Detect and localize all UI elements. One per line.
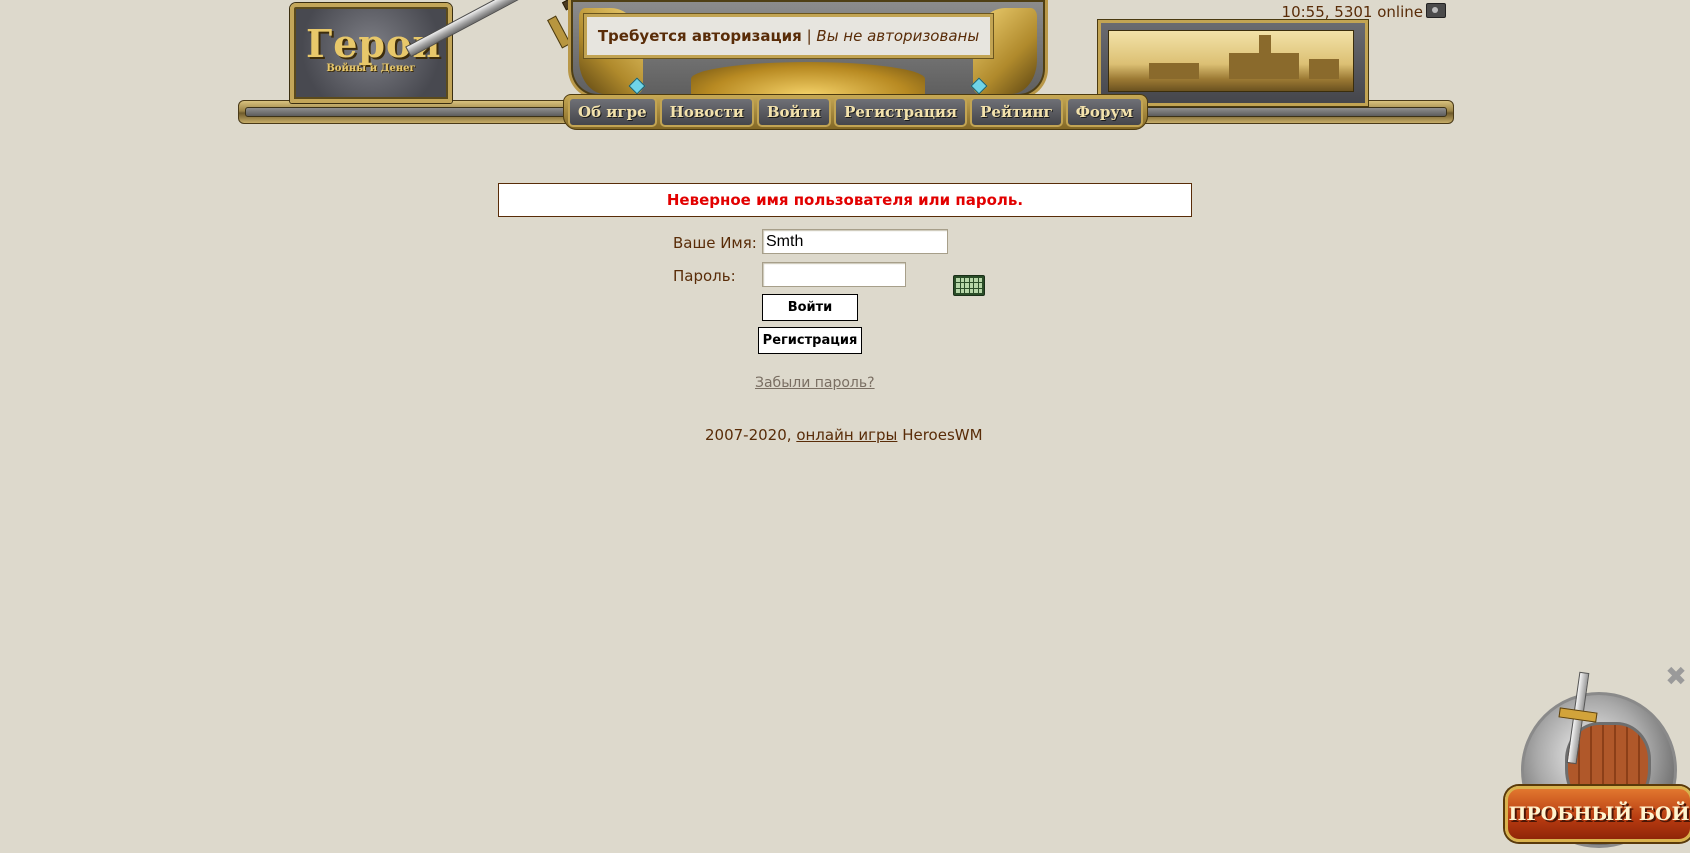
footer-years: 2007-2020, [705, 426, 792, 444]
forgot-password-link[interactable]: Забыли пароль? [755, 375, 875, 391]
username-input[interactable] [762, 229, 948, 254]
clock-text: 10:55, 5301 online [1281, 3, 1423, 21]
password-input[interactable] [762, 262, 906, 287]
server-clock: 10:55, 5301 online [1282, 3, 1446, 21]
camera-icon[interactable] [1426, 3, 1446, 18]
trial-battle-widget[interactable]: ПРОБНЫЙ БОЙ [1505, 671, 1690, 853]
auth-status: Требуется авторизация [597, 27, 802, 45]
trial-battle-button[interactable]: ПРОБНЫЙ БОЙ [1505, 786, 1690, 842]
nav-about[interactable]: Об игре [568, 97, 657, 127]
footer: 2007-2020, онлайн игры HeroesWM [705, 426, 983, 444]
footer-online-games-link[interactable]: онлайн игры [796, 426, 897, 444]
castle-panorama-image [1108, 30, 1354, 92]
login-button[interactable]: Войти [762, 294, 858, 321]
name-label: Ваше Имя: [673, 234, 757, 252]
password-label: Пароль: [673, 267, 736, 285]
nav-register[interactable]: Регистрация [834, 97, 968, 127]
virtual-keyboard-icon[interactable] [953, 275, 985, 296]
logo-subtitle: Войны и Денег [326, 63, 416, 74]
main-nav: Об игре Новости Войти Регистрация Рейтин… [563, 94, 1149, 130]
login-error-message: Неверное имя пользователя или пароль. [498, 183, 1192, 217]
nav-rating[interactable]: Рейтинг [970, 97, 1063, 127]
register-button[interactable]: Регистрация [758, 327, 862, 354]
footer-brand: HeroesWM [902, 426, 983, 444]
gold-pile-decoration [691, 62, 925, 96]
nav-forum[interactable]: Форум [1065, 97, 1144, 127]
nav-news[interactable]: Новости [659, 97, 754, 127]
auth-note: Вы не авторизованы [816, 27, 980, 45]
nav-login[interactable]: Войти [756, 97, 832, 127]
auth-separator: | [806, 27, 812, 45]
site-logo[interactable]: Герои Войны и Денег [290, 3, 452, 103]
auth-status-plate: Требуется авторизация | Вы не авторизова… [584, 14, 993, 58]
